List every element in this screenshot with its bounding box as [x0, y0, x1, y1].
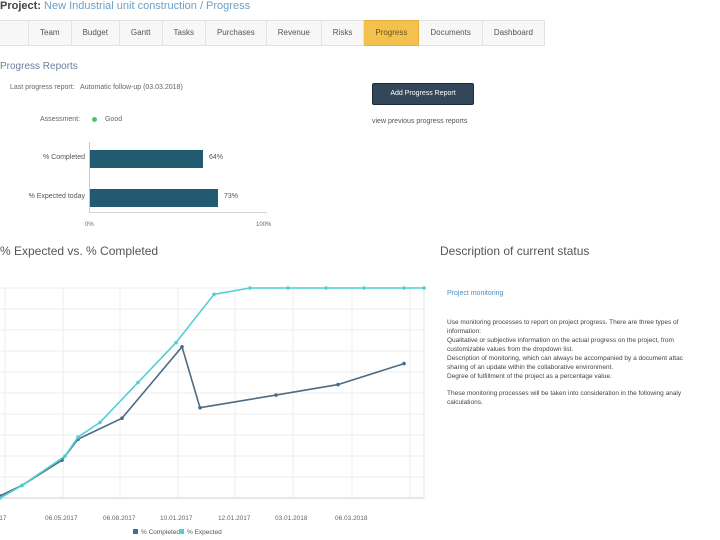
x-tick-label: 2017: [0, 515, 7, 522]
legend-label: % Expected: [187, 529, 222, 536]
tab-team[interactable]: Team: [29, 20, 72, 46]
data-point: [274, 393, 278, 397]
breadcrumb: Project: New Industrial unit constructio…: [0, 0, 250, 12]
description-body: Use monitoring processes to report on pr…: [447, 318, 720, 407]
tab-documents[interactable]: Documents: [419, 20, 483, 46]
tab-risks[interactable]: Risks: [321, 20, 365, 46]
last-report-row: Last progress report: Automatic follow-u…: [10, 84, 183, 91]
x-tick-label: 03.01.2018: [275, 515, 308, 522]
data-point: [20, 483, 24, 488]
tab-overview[interactable]: [0, 20, 29, 46]
tab-tasks[interactable]: Tasks: [162, 20, 206, 46]
data-point: [324, 286, 328, 290]
data-point: [198, 405, 202, 410]
data-point: [212, 292, 216, 297]
chart-title: % Expected vs. % Completed: [0, 244, 158, 258]
progress-line-chart: 2017 06.05.2017 06.08.2017 10.01.2017 12.01.…: [0, 286, 426, 536]
assessment-label: Assessment:: [40, 116, 81, 123]
chart-title-text: % Expected vs. % Completed: [0, 244, 159, 258]
bar-expected: [90, 189, 218, 207]
data-point: [402, 286, 406, 290]
data-point: [63, 454, 67, 458]
tab-purchases[interactable]: Purchases: [205, 20, 267, 46]
data-point: [180, 345, 184, 349]
description-line: customizable values from the dropdown li…: [447, 346, 574, 353]
view-previous-reports-link[interactable]: view previous progress reports: [372, 118, 467, 125]
description-footer-line: calculations.: [447, 399, 483, 406]
section-title: Progress Reports: [0, 61, 78, 72]
data-point: [174, 340, 178, 345]
description-line: Description of monitoring, which can alw…: [447, 355, 683, 362]
data-point: [362, 286, 366, 290]
project-monitoring-link[interactable]: Project monitoring: [447, 290, 503, 297]
tab-gantt[interactable]: Gantt: [119, 20, 163, 46]
bar-completed: [90, 150, 203, 168]
x-tick-label: 12.01.2017: [218, 515, 251, 522]
data-point: [98, 420, 102, 425]
description-line: Degree of fulfillment of the project as …: [447, 373, 612, 380]
data-point: [422, 286, 426, 290]
breadcrumb-path[interactable]: New Industrial unit construction / Progr…: [44, 0, 250, 12]
description-footer-line: These monitoring processes will be taken…: [447, 390, 682, 397]
series-line-completed: [0, 345, 405, 497]
last-report-label: Last progress report:: [10, 84, 75, 91]
bar-tick-max: 100%: [256, 222, 272, 228]
data-point: [120, 416, 124, 420]
tab-revenue[interactable]: Revenue: [266, 20, 322, 46]
bar-label-expected: % Expected today: [28, 193, 85, 200]
legend-swatch: [133, 529, 138, 534]
data-point: [336, 382, 340, 387]
description-line: Use monitoring processes to report on pr…: [447, 319, 679, 326]
assessment-value: Good: [104, 116, 123, 123]
x-tick-label: 06.05.2017: [45, 515, 78, 522]
bar-label-completed: % Completed: [42, 154, 85, 161]
tab-budget[interactable]: Budget: [71, 20, 120, 46]
bar-axis-base: [89, 212, 267, 213]
x-tick-label: 06.08.2017: [103, 515, 136, 522]
x-tick-label: 06.03.2018: [335, 515, 368, 522]
data-point: [136, 380, 140, 385]
breadcrumb-lead: Project:: [0, 0, 41, 12]
add-progress-report-button[interactable]: Add Progress Report: [372, 83, 474, 105]
data-point: [76, 435, 80, 439]
description-line: sharing of an update within the collabor…: [447, 364, 614, 371]
tab-progress[interactable]: Progress: [364, 20, 420, 46]
tab-bar: Team Budget Gantt Tasks Purchases Revenue Risk…: [0, 20, 545, 46]
description-title: Description of current status: [440, 244, 590, 258]
last-report-value: Automatic follow-up (03.03.2018): [80, 84, 183, 91]
data-point: [286, 286, 290, 290]
x-tick-label: 10.01.2017: [160, 515, 193, 522]
bar-tick-min: 0%: [85, 222, 94, 228]
legend-label: % Completed: [141, 529, 180, 536]
description-line: information:: [447, 328, 481, 335]
bar-value-completed: 64%: [209, 154, 224, 161]
bar-value-expected: 73%: [224, 193, 239, 200]
description-line: Qualitative or subjective information on…: [447, 337, 674, 344]
assessment-row: Assessment: Good: [40, 116, 122, 123]
data-point: [248, 286, 252, 290]
assessment-status-icon: [92, 116, 98, 122]
legend-swatch: [179, 529, 184, 534]
tab-dashboard[interactable]: Dashboard: [482, 20, 545, 46]
data-point: [402, 361, 406, 366]
